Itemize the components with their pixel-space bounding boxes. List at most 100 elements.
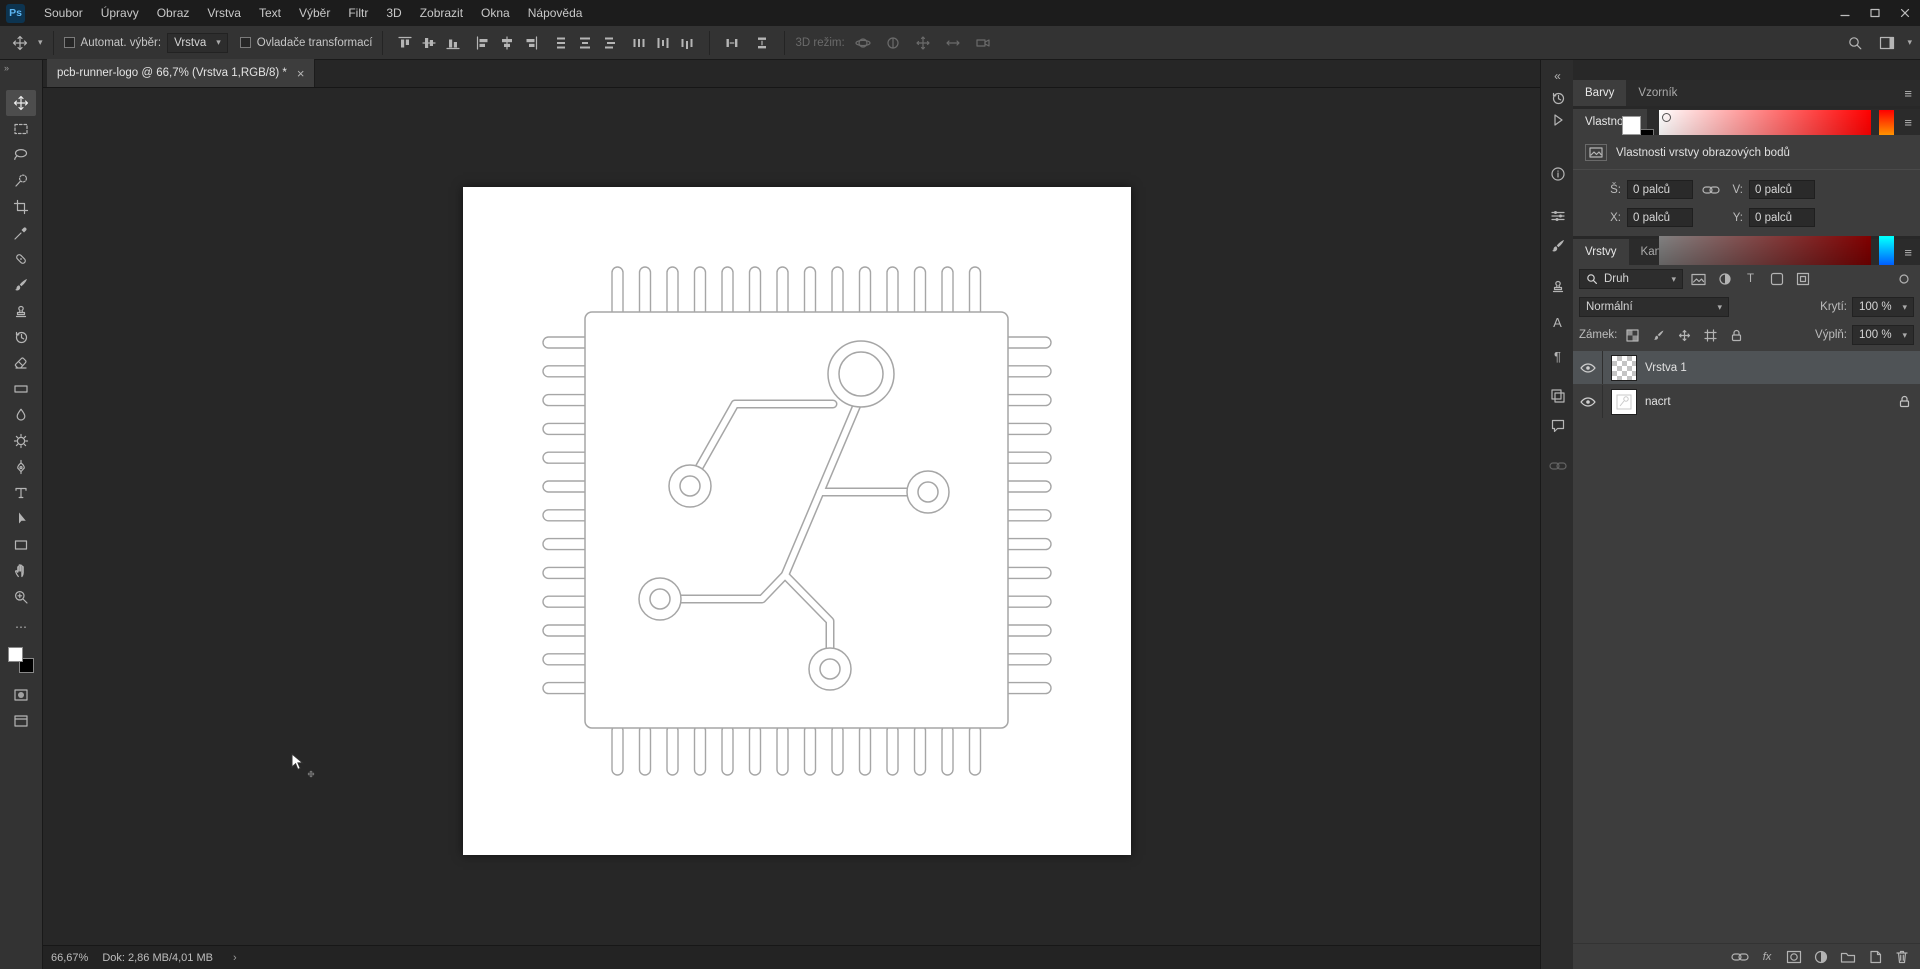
opacity-dropdown[interactable]: 100 % ▾ (1852, 297, 1914, 317)
layer-filter-dropdown[interactable]: Druh ▾ (1579, 269, 1683, 289)
y-field[interactable]: 0 palců (1749, 208, 1815, 227)
fill-dropdown[interactable]: 100 % ▾ (1852, 325, 1914, 345)
distribute-middle-icon[interactable] (573, 31, 597, 55)
link-dimensions-icon[interactable] (1699, 185, 1723, 195)
tool-brush[interactable] (6, 272, 36, 298)
brush-settings-panel-icon[interactable] (1547, 236, 1568, 256)
menu-soubor[interactable]: Soubor (35, 0, 92, 26)
tool-move[interactable] (6, 90, 36, 116)
blend-mode-dropdown[interactable]: Normální ▾ (1579, 297, 1729, 317)
tool-clone-stamp[interactable] (6, 298, 36, 324)
delete-layer-icon[interactable] (1892, 947, 1912, 967)
menu-napoveda[interactable]: Nápověda (519, 0, 592, 26)
tool-rectangular-marquee[interactable] (6, 116, 36, 142)
panel-menu-icon[interactable]: ≡ (1896, 80, 1920, 106)
tab-vzornik[interactable]: Vzorník (1626, 80, 1689, 106)
tool-rectangle[interactable] (6, 532, 36, 558)
layer-name[interactable]: Vrstva 1 (1645, 362, 1687, 374)
new-layer-icon[interactable] (1865, 947, 1885, 967)
document-canvas[interactable] (463, 187, 1131, 855)
link-layers-icon[interactable] (1730, 947, 1750, 967)
3d-orbit-icon[interactable] (851, 31, 875, 55)
layer-thumbnail[interactable] (1611, 388, 1637, 415)
tab-close-icon[interactable]: × (297, 66, 305, 81)
tool-dodge[interactable] (6, 428, 36, 454)
tool-spot-healing-brush[interactable] (6, 246, 36, 272)
document-tab[interactable]: pcb-runner-logo @ 66,7% (Vrstva 1,RGB/8)… (47, 59, 316, 87)
filter-toggle-icon[interactable] (1893, 270, 1914, 289)
lock-all-icon[interactable] (1726, 326, 1747, 345)
tool-preset-move-icon[interactable] (8, 31, 32, 55)
adjustments-panel-icon[interactable] (1547, 206, 1568, 226)
notes-panel-icon[interactable] (1547, 416, 1568, 436)
actions-panel-icon[interactable] (1547, 110, 1568, 130)
canvas-area[interactable] (43, 88, 1540, 945)
filter-pixel-layers-icon[interactable] (1688, 270, 1709, 289)
layer-row-nacrt[interactable]: nacrt (1573, 385, 1920, 418)
minimize-button[interactable] (1830, 0, 1860, 26)
new-group-icon[interactable] (1838, 947, 1858, 967)
paragraph-panel-icon[interactable]: ¶ (1547, 346, 1568, 366)
history-panel-icon[interactable] (1547, 88, 1568, 108)
foreground-color-swatch[interactable] (8, 647, 23, 662)
align-top-icon[interactable] (393, 31, 417, 55)
distribute-spacing-v-icon[interactable] (750, 31, 774, 55)
distribute-spacing-h-icon[interactable] (720, 31, 744, 55)
filter-shape-layers-icon[interactable] (1766, 270, 1787, 289)
layer-style-icon[interactable]: fx (1757, 947, 1777, 967)
3d-roll-icon[interactable] (881, 31, 905, 55)
tab-vrstvy[interactable]: Vrstvy (1573, 239, 1629, 265)
transform-controls-checkbox[interactable] (239, 37, 251, 48)
foreground-color-swatch[interactable] (1622, 116, 1641, 135)
menu-vrstva[interactable]: Vrstva (198, 0, 250, 26)
layer-thumbnail[interactable] (1611, 354, 1637, 381)
height-field[interactable]: 0 palců (1749, 180, 1815, 199)
tool-lasso[interactable] (6, 142, 36, 168)
tool-quick-selection[interactable] (6, 168, 36, 194)
tool-hand[interactable] (6, 558, 36, 584)
edit-toolbar-icon[interactable]: ⋯ (6, 614, 36, 640)
tool-eyedropper[interactable] (6, 220, 36, 246)
link-panel-icon[interactable] (1547, 456, 1568, 476)
tool-pen[interactable] (6, 454, 36, 480)
align-left-icon[interactable] (471, 31, 495, 55)
distribute-left-icon[interactable] (627, 31, 651, 55)
align-center-icon[interactable] (495, 31, 519, 55)
info-panel-icon[interactable] (1547, 164, 1568, 184)
toolbar-collapse-icon[interactable]: » (0, 60, 42, 76)
layer-row-vrstva-1[interactable]: Vrstva 1 (1573, 351, 1920, 384)
adjustment-layer-icon[interactable] (1811, 947, 1831, 967)
distribute-center-icon[interactable] (651, 31, 675, 55)
menu-text[interactable]: Text (250, 0, 290, 26)
panel-menu-icon[interactable]: ≡ (1896, 239, 1920, 265)
zoom-level-field[interactable]: 66,67% (51, 952, 88, 964)
tool-gradient[interactable] (6, 376, 36, 402)
menu-okna[interactable]: Okna (472, 0, 519, 26)
tool-horizontal-type[interactable] (6, 480, 36, 506)
status-expand-icon[interactable]: › (233, 952, 237, 964)
clone-source-panel-icon[interactable] (1547, 276, 1568, 296)
layer-comps-panel-icon[interactable] (1547, 386, 1568, 406)
workspace-switcher-icon[interactable] (1875, 31, 1899, 55)
align-middle-icon[interactable] (417, 31, 441, 55)
panel-menu-icon[interactable]: ≡ (1896, 109, 1920, 135)
menu-obraz[interactable]: Obraz (148, 0, 199, 26)
3d-pan-icon[interactable] (911, 31, 935, 55)
color-picker-marker[interactable] (1662, 113, 1671, 122)
character-panel-icon[interactable]: A (1547, 312, 1568, 332)
tool-preset-caret-icon[interactable]: ▾ (38, 37, 43, 48)
menu-vyber[interactable]: Výběr (290, 0, 339, 26)
align-bottom-icon[interactable] (441, 31, 465, 55)
lock-pixels-icon[interactable] (1648, 326, 1669, 345)
filter-adjustment-layers-icon[interactable] (1714, 270, 1735, 289)
3d-slide-icon[interactable] (941, 31, 965, 55)
visibility-toggle[interactable] (1573, 385, 1603, 418)
tool-zoom[interactable] (6, 584, 36, 610)
tool-eraser[interactable] (6, 350, 36, 376)
layer-name[interactable]: nacrt (1645, 396, 1671, 408)
foreground-background-colors[interactable] (7, 646, 35, 674)
distribute-bottom-icon[interactable] (597, 31, 621, 55)
add-mask-icon[interactable] (1784, 947, 1804, 967)
distribute-top-icon[interactable] (549, 31, 573, 55)
menu-zobrazit[interactable]: Zobrazit (411, 0, 472, 26)
